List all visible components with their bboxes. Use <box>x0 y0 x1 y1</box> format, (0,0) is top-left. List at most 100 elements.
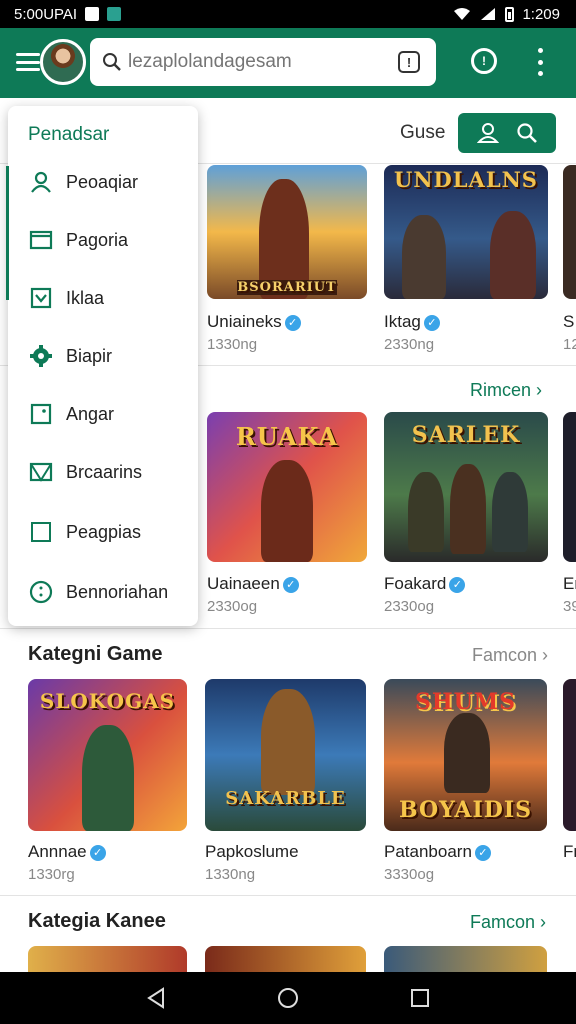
drawer-item-label: Iklaa <box>66 287 105 308</box>
status-right: 1:209 <box>453 6 560 23</box>
game-banner: RUAKA <box>235 422 339 451</box>
drawer-item[interactable]: Biapir <box>8 332 198 380</box>
search-icon <box>103 53 121 71</box>
hero-figure <box>450 464 486 554</box>
hero-figure <box>261 689 315 795</box>
gear-icon <box>28 343 54 369</box>
game-name: Patanboarn ✓ <box>384 842 491 862</box>
game-tile[interactable] <box>384 946 547 972</box>
drawer-item[interactable]: Bennoriahan <box>8 568 198 616</box>
status-left: 5:00UPAI <box>14 5 122 23</box>
search-input[interactable] <box>128 51 378 73</box>
game-meta: 3330og <box>384 866 435 883</box>
drawer-item[interactable]: Peagpias <box>8 508 198 556</box>
drawer-item[interactable]: Brcaarins <box>8 448 198 496</box>
game-meta: 2330ng <box>384 336 435 353</box>
wifi-icon <box>454 8 471 20</box>
system-nav-bar <box>0 972 576 1024</box>
drawer-item[interactable]: Angar <box>8 390 198 438</box>
guide-label[interactable]: Guse <box>400 122 445 144</box>
game-tile[interactable] <box>205 946 366 972</box>
home-icon[interactable] <box>277 987 299 1009</box>
game-tile[interactable] <box>563 679 576 831</box>
drawer-item-label: Brcaarins <box>66 461 143 482</box>
game-meta: 39 <box>563 598 576 615</box>
hero-figure <box>490 211 536 299</box>
game-banner: BOYAIDIS <box>398 797 533 823</box>
search-icon[interactable] <box>516 122 538 144</box>
hero-figure <box>492 472 528 552</box>
game-name: Uniaineks ✓ <box>207 312 301 332</box>
game-tile[interactable] <box>28 946 187 972</box>
square-icon <box>28 519 54 545</box>
hero-figure <box>402 215 446 299</box>
game-name: Papkoslume <box>205 842 299 861</box>
drawer-item[interactable]: Peoaqiar <box>8 158 198 206</box>
verified-icon: ✓ <box>89 844 106 861</box>
game-meta: 12 <box>563 336 576 353</box>
back-icon[interactable] <box>145 987 167 1009</box>
battery-icon <box>505 6 515 22</box>
search-bar[interactable]: ! <box>90 38 436 86</box>
verified-icon: ✓ <box>449 576 466 593</box>
game-banner: UNDLALNS <box>394 167 538 192</box>
toolbar-actions <box>458 113 556 153</box>
checkbox-icon <box>28 285 54 311</box>
game-tile[interactable] <box>563 412 576 562</box>
verified-icon: ✓ <box>474 844 491 861</box>
square-dot-icon <box>28 401 54 427</box>
timer-icon[interactable]: ! <box>471 48 497 74</box>
signal-icon <box>481 8 496 20</box>
drawer-item-label: Biapir <box>66 345 113 366</box>
game-tile[interactable]: SARLEK <box>384 412 548 562</box>
user-icon <box>28 169 54 195</box>
game-banner: SLOKOGAS <box>39 689 176 713</box>
envelope-icon <box>28 459 54 485</box>
game-name: Er <box>563 574 576 593</box>
more-vert-icon[interactable] <box>535 48 545 76</box>
navigation-drawer: Penadsar Peoaqiar Pagoria Iklaa Biapir A… <box>6 106 198 626</box>
see-more-link[interactable]: Famcon › <box>470 912 546 933</box>
game-meta: 1330ng <box>205 866 256 883</box>
drawer-item-label: Peagpias <box>66 521 142 542</box>
game-name: S <box>563 312 575 331</box>
drawer-item[interactable]: Pagoria <box>8 216 198 264</box>
app-notification-icon <box>107 7 122 21</box>
game-tile[interactable]: SLOKOGAS <box>28 679 187 831</box>
game-tile[interactable] <box>563 165 576 299</box>
game-name: Uainaeen ✓ <box>207 574 299 594</box>
profile-icon[interactable] <box>476 122 499 144</box>
game-name: Foakard ✓ <box>384 574 466 594</box>
notification-icon <box>85 7 100 21</box>
game-meta: 1330rg <box>28 866 75 883</box>
status-time: 5:00UPAI <box>14 5 78 23</box>
game-banner: BSORARIUT <box>237 280 337 295</box>
alert-icon[interactable]: ! <box>398 51 420 73</box>
game-meta: 2330og <box>207 598 258 615</box>
game-tile[interactable]: SAKARBLE <box>205 679 366 831</box>
game-tile[interactable]: RUAKA <box>207 412 367 562</box>
game-tile[interactable]: BSORARIUT <box>207 165 367 299</box>
verified-icon: ✓ <box>423 314 440 331</box>
verified-icon: ✓ <box>282 576 299 593</box>
game-meta: 1330ng <box>207 336 258 353</box>
hero-figure <box>408 472 444 552</box>
hero-figure <box>444 713 490 793</box>
section-title: Kategia Kanee <box>28 910 166 932</box>
drawer-title: Penadsar <box>28 124 110 145</box>
see-more-link[interactable]: Rimcen › <box>470 380 542 401</box>
section-title: Kategni Game <box>28 643 163 665</box>
game-name: Iktag ✓ <box>384 312 440 332</box>
game-tile[interactable]: SHUMS BOYAIDIS <box>384 679 547 831</box>
drawer-item[interactable]: Iklaa <box>8 274 198 322</box>
avatar[interactable] <box>40 39 86 85</box>
see-more-link[interactable]: Famcon › <box>472 645 548 666</box>
divider <box>0 895 576 896</box>
hero-figure <box>82 725 134 831</box>
folder-icon <box>28 227 54 253</box>
game-name: Annnae ✓ <box>28 842 106 862</box>
game-tile[interactable]: UNDLALNS <box>384 165 548 299</box>
hamburger-icon[interactable] <box>16 50 40 74</box>
status-clock: 1:209 <box>522 5 560 23</box>
recents-icon[interactable] <box>409 987 431 1009</box>
